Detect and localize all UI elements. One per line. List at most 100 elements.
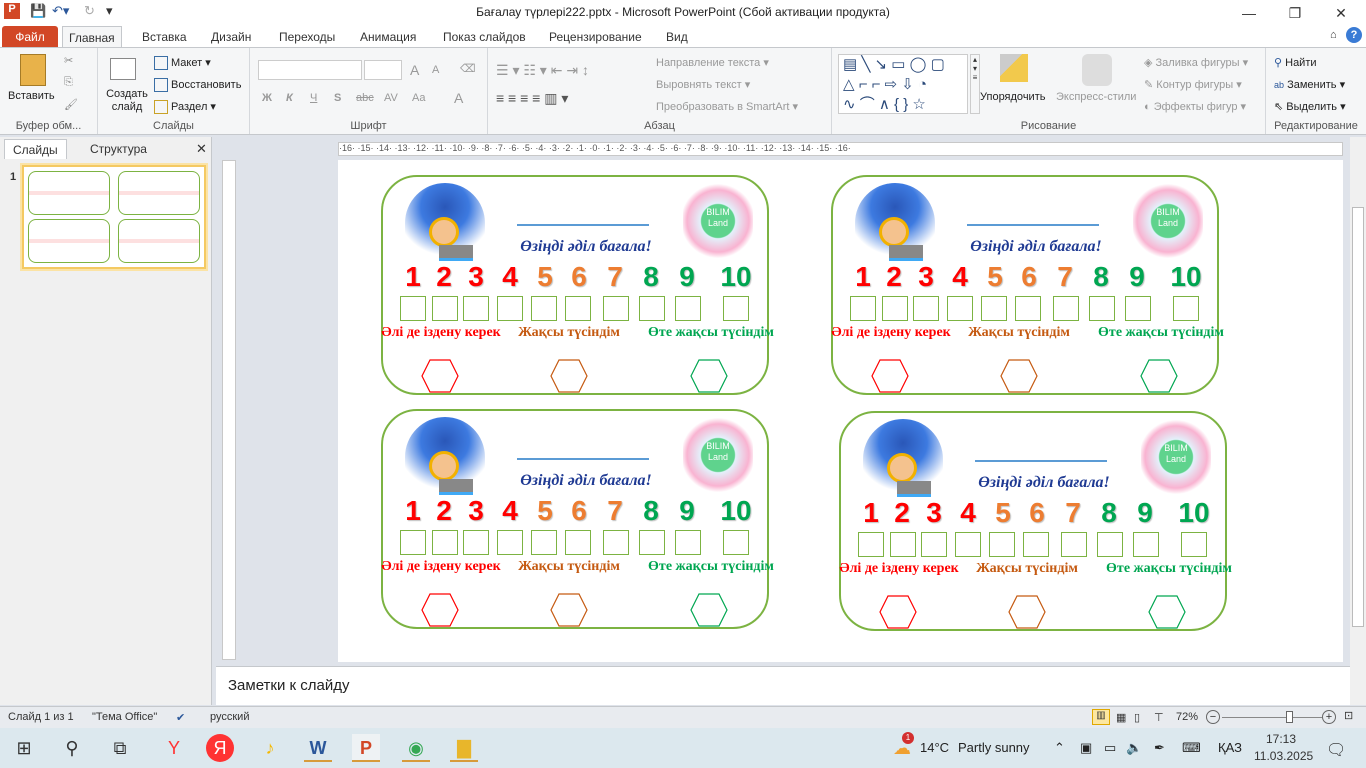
strikethrough-button[interactable]: abc — [356, 92, 374, 104]
volume-icon[interactable]: 🔈 — [1126, 740, 1142, 756]
keyboard-icon[interactable]: ⌨ — [1182, 740, 1201, 756]
shapes-gallery[interactable]: ▤ ╲ ↘ ▭ ◯ ▢ △ ⌐ ⌐ ⇨ ⇩ ◔ ∿ ⌒ ∧ { } ☆ — [838, 54, 968, 114]
hexagon-shape[interactable] — [550, 593, 588, 627]
zoom-slider[interactable] — [1222, 717, 1322, 718]
format-painter-icon[interactable]: 🖌 — [64, 98, 78, 111]
hexagon-shape[interactable] — [550, 359, 588, 393]
hexagon-shape[interactable] — [690, 593, 728, 627]
find-button[interactable]: ⚲ Найти — [1274, 56, 1317, 69]
tab-insert[interactable]: Вставка — [136, 26, 193, 48]
search-icon[interactable]: ⚲ — [58, 734, 86, 762]
select-button[interactable]: ⇖ Выделить ▾ — [1274, 100, 1346, 113]
font-size-select[interactable] — [364, 60, 402, 80]
score-box[interactable] — [1181, 532, 1207, 557]
layout-button[interactable]: Макет ▾ — [154, 56, 211, 71]
yandex-icon[interactable]: Я — [206, 734, 234, 762]
score-box[interactable] — [1133, 532, 1159, 557]
quick-styles-button[interactable]: Экспресс-стили — [1056, 91, 1136, 103]
zoom-out-button[interactable]: − — [1206, 710, 1220, 724]
score-box[interactable] — [565, 530, 591, 555]
scrollbar-thumb[interactable] — [1352, 207, 1364, 627]
hexagon-shape[interactable] — [1140, 359, 1178, 393]
score-box[interactable] — [531, 296, 557, 321]
score-box[interactable] — [497, 296, 523, 321]
shapes-scroll[interactable]: ▴ ▾ ≡ — [970, 54, 980, 114]
score-box[interactable] — [1125, 296, 1151, 321]
notifications-icon[interactable]: 🗨 — [1326, 740, 1346, 760]
score-box[interactable] — [639, 530, 665, 555]
tab-animations[interactable]: Анимация — [354, 26, 422, 48]
score-box[interactable] — [723, 530, 749, 555]
align-text-button[interactable]: Выровнять текст ▾ — [656, 78, 750, 91]
zoom-in-button[interactable]: + — [1322, 710, 1336, 724]
chrome-icon[interactable]: ◉ — [402, 734, 430, 762]
score-box[interactable] — [639, 296, 665, 321]
score-box[interactable] — [432, 530, 458, 555]
tab-transitions[interactable]: Переходы — [273, 26, 341, 48]
bold-button[interactable]: Ж — [262, 92, 272, 104]
score-box[interactable] — [531, 530, 557, 555]
cut-icon[interactable]: ✂ — [64, 54, 73, 67]
language-indicator[interactable]: русский — [210, 711, 249, 723]
score-box[interactable] — [921, 532, 947, 557]
score-box[interactable] — [850, 296, 876, 321]
spellcheck-icon[interactable]: ✔ — [176, 711, 185, 724]
score-box[interactable] — [1089, 296, 1115, 321]
section-button[interactable]: Раздел ▾ — [154, 100, 216, 115]
score-box[interactable] — [1173, 296, 1199, 321]
clear-formatting-icon[interactable]: ⌫ — [460, 62, 476, 75]
tab-home[interactable]: Главная — [62, 26, 122, 48]
align-buttons[interactable]: ≡ ≡ ≡ ≡ ▥ ▾ — [496, 90, 568, 107]
close-pane-icon[interactable]: ✕ — [196, 141, 207, 157]
meet-now-icon[interactable]: ▣ — [1080, 740, 1092, 756]
slide-sorter-button[interactable]: ▦ — [1116, 711, 1126, 724]
score-box[interactable] — [603, 296, 629, 321]
close-button[interactable]: ✕ — [1318, 2, 1364, 24]
score-box[interactable] — [858, 532, 884, 557]
help-icon[interactable]: ? — [1346, 27, 1362, 43]
input-language[interactable]: ҚАЗ — [1218, 740, 1242, 755]
font-name-select[interactable] — [258, 60, 362, 80]
score-box[interactable] — [400, 296, 426, 321]
score-box[interactable] — [1061, 532, 1087, 557]
arrange-button[interactable]: Упорядочить — [980, 91, 1045, 103]
slideshow-button[interactable]: ⊤ — [1154, 711, 1164, 724]
score-box[interactable] — [675, 296, 701, 321]
paste-button[interactable]: Вставить — [8, 90, 55, 102]
restore-button[interactable]: ❐ — [1272, 2, 1318, 24]
powerpoint-taskbar-icon[interactable]: P — [352, 734, 380, 762]
font-color-button[interactable]: A — [454, 90, 463, 106]
tab-file[interactable]: Файл — [2, 26, 58, 48]
show-hidden-icons[interactable]: ⌃ — [1054, 740, 1065, 756]
text-direction-button[interactable]: Направление текста ▾ — [656, 56, 769, 69]
score-box[interactable] — [463, 530, 489, 555]
hexagon-shape[interactable] — [1008, 595, 1046, 629]
new-slide-button[interactable]: Создать слайд — [104, 88, 150, 114]
task-view-icon[interactable]: ⧉ — [106, 734, 134, 762]
fit-to-window-button[interactable]: ⊡ — [1344, 709, 1353, 722]
score-box[interactable] — [675, 530, 701, 555]
underline-button[interactable]: Ч — [310, 92, 317, 104]
file-explorer-icon[interactable]: ▇ — [450, 734, 478, 762]
copy-icon[interactable]: ⎘ — [64, 76, 73, 89]
change-case-button[interactable]: Aa — [412, 92, 425, 104]
slide-canvas[interactable]: Өзіңді әділ бағала! BILIM Land 1 2 3 4 5 6 7 8 9 10… — [338, 160, 1343, 662]
hexagon-shape[interactable] — [421, 359, 459, 393]
battery-icon[interactable]: ▭ — [1104, 740, 1116, 756]
minimize-ribbon-icon[interactable]: ⌂ — [1330, 29, 1337, 41]
notes-input[interactable]: Заметки к слайду — [216, 666, 1350, 705]
hexagon-shape[interactable] — [871, 359, 909, 393]
slide-thumbnail[interactable] — [22, 165, 206, 269]
tab-design[interactable]: Дизайн — [205, 26, 257, 48]
pen-icon[interactable]: ✒ — [1154, 740, 1165, 756]
italic-button[interactable]: К — [286, 92, 293, 104]
music-app-icon[interactable]: ♪ — [256, 734, 284, 762]
score-box[interactable] — [1015, 296, 1041, 321]
zoom-level[interactable]: 72% — [1176, 711, 1198, 723]
shrink-font-button[interactable]: A — [432, 64, 439, 76]
score-box[interactable] — [565, 296, 591, 321]
reading-view-button[interactable]: ▯ — [1134, 711, 1140, 724]
tab-view[interactable]: Вид — [660, 26, 694, 48]
score-box[interactable] — [1053, 296, 1079, 321]
replace-button[interactable]: ab Заменить ▾ — [1274, 78, 1345, 91]
